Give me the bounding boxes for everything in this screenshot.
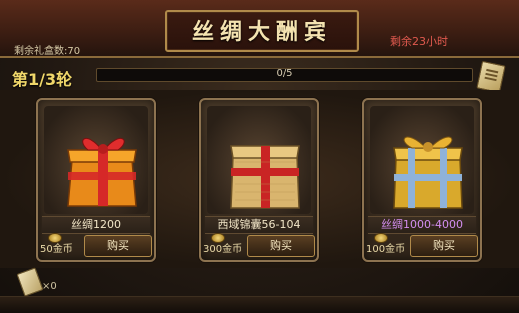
buy-button[interactable]: 购买 <box>247 235 315 257</box>
bottom-frame <box>0 296 519 313</box>
remaining-boxes-text: 剩余礼盒数:70 <box>14 46 81 57</box>
gift-card-3: 丝绸1000-4000 100金币 购买 <box>362 98 482 262</box>
gift-price: 50金币 <box>40 244 73 255</box>
buy-button[interactable]: 购买 <box>410 235 478 257</box>
gift-box-icon <box>230 145 300 209</box>
event-title: 丝绸大酬宾 <box>191 20 332 45</box>
round-label: 第1/3轮 <box>12 70 73 89</box>
gift-price: 300金币 <box>203 244 243 255</box>
time-remaining: 剩余23小时 <box>390 35 448 48</box>
buy-button[interactable]: 购买 <box>84 235 152 257</box>
gift-card-2: 西域锦囊56-104 300金币 购买 <box>199 98 319 262</box>
gift-card-image-frame <box>44 106 148 214</box>
gift-card-image-frame <box>370 106 474 214</box>
round-progress-bar: 0/5 <box>96 68 473 82</box>
gift-card-1: 丝绸1200 50金币 购买 <box>36 98 156 262</box>
gift-name-label: 丝绸1200 <box>42 216 150 234</box>
gift-box-icon <box>67 138 137 207</box>
gift-name-label: 西域锦囊56-104 <box>205 216 313 234</box>
gift-price: 100金币 <box>366 244 406 255</box>
gift-box-icon <box>393 136 463 209</box>
round-progress-text: 0/5 <box>276 68 293 79</box>
ticket-item-count: ×0 <box>42 281 57 292</box>
gift-card-image-frame <box>207 106 311 214</box>
gift-name-label: 丝绸1000-4000 <box>368 216 476 234</box>
